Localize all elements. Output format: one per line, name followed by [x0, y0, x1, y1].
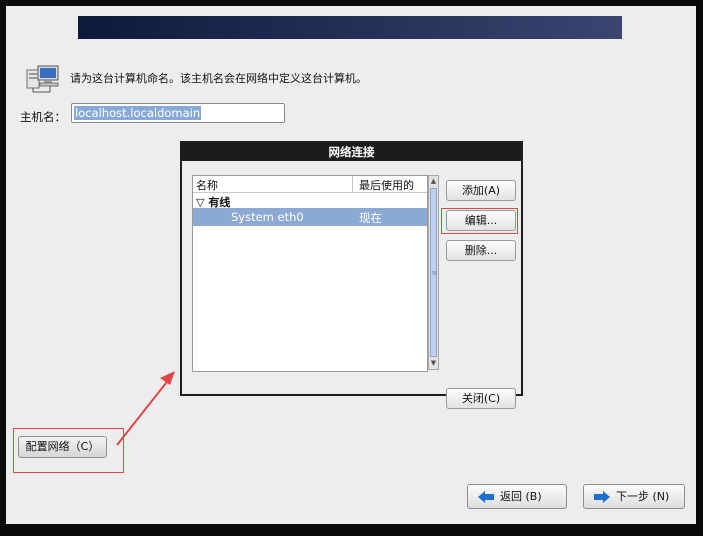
connections-list[interactable]: 名称 最后使用的 ▽ 有线 System eth0 现在 — [192, 175, 428, 372]
connection-name: System eth0 — [231, 210, 304, 224]
network-computers-icon — [26, 65, 59, 93]
add-button[interactable]: 添加(A) — [446, 180, 516, 201]
forward-arrow-icon — [594, 491, 610, 503]
installer-screen: 请为这台计算机命名。该主机名会在网络中定义这台计算机。 主机名： localho… — [6, 6, 696, 524]
next-label: 下一步 (N) — [616, 490, 670, 503]
next-button[interactable]: 下一步 (N) — [583, 484, 685, 509]
delete-button[interactable]: 删除... — [446, 240, 516, 261]
configure-network-button[interactable]: 配置网络（C） — [18, 436, 107, 458]
list-scrollbar[interactable]: ▲ ≡ ▼ — [428, 175, 439, 370]
close-button[interactable]: 关闭(C) — [446, 388, 516, 409]
column-header-last-used[interactable]: 最后使用的 — [359, 177, 414, 193]
connection-last-used: 现在 — [359, 211, 382, 225]
scroll-up-icon[interactable]: ▲ — [429, 176, 438, 187]
edit-button[interactable]: 编辑... — [446, 210, 516, 231]
hostname-input[interactable]: localhost.localdomain — [71, 103, 285, 123]
back-label: 返回 (B) — [500, 490, 542, 503]
column-separator — [352, 176, 353, 192]
back-arrow-icon — [478, 491, 494, 503]
list-header: 名称 最后使用的 — [193, 176, 427, 193]
scroll-down-icon[interactable]: ▼ — [429, 358, 438, 369]
connection-row[interactable]: System eth0 现在 — [193, 208, 427, 226]
hostname-hint: 请为这台计算机命名。该主机名会在网络中定义这台计算机。 — [70, 72, 367, 85]
grip-icon: ≡ — [431, 269, 438, 277]
column-header-name[interactable]: 名称 — [196, 177, 218, 193]
hostname-label: 主机名： — [20, 110, 66, 124]
network-connections-dialog: 网络连接 名称 最后使用的 ▽ 有线 System eth0 现在 ▲ ≡ ▼ — [180, 141, 523, 409]
back-button[interactable]: 返回 (B) — [467, 484, 567, 509]
installer-banner — [78, 16, 622, 39]
dialog-title: 网络连接 — [182, 143, 521, 161]
hostname-value: localhost.localdomain — [74, 106, 202, 120]
scroll-thumb[interactable]: ≡ — [430, 188, 437, 357]
